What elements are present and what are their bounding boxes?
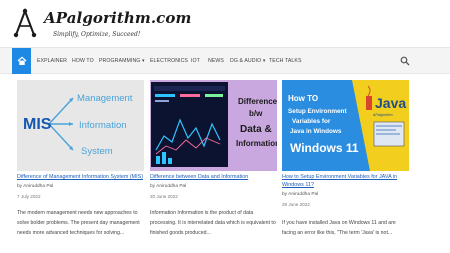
search-icon[interactable] [400, 56, 410, 66]
thumb-word: Variables for [292, 118, 331, 125]
thumb-word: Management [77, 93, 133, 104]
data-info-thumbnail-image: Difference b/w Data & Information [150, 80, 277, 171]
home-button[interactable] [12, 48, 31, 74]
post-thumbnail[interactable]: MIS Management Information System [17, 80, 144, 171]
thumb-word: Setup Environment [288, 108, 347, 115]
site-title[interactable]: APalgorithm.com [44, 9, 191, 27]
thumb-word: Java [375, 95, 406, 111]
home-icon [17, 56, 26, 65]
post-excerpt: The modern management needs new approach… [17, 210, 140, 236]
nav-item-programming[interactable]: PROGRAMMING ▾ [99, 48, 145, 74]
thumb-word: MIS [23, 116, 52, 133]
thumb-word: Windows 11 [290, 141, 359, 155]
nav-item-how-to[interactable]: HOW TO [72, 48, 94, 74]
nav-item-dg-audio-label: DG & AUDIO [230, 58, 262, 64]
nav-item-dg-audio[interactable]: DG & AUDIO ▾ [230, 48, 266, 74]
site-logo[interactable]: APalgorithm.com Simplify, Optimize, Succ… [13, 6, 413, 42]
thumb-word: How TO [288, 94, 318, 103]
site-header: APalgorithm.com Simplify, Optimize, Succ… [0, 0, 450, 46]
thumb-word: Java in Windows [290, 128, 342, 135]
java-thumbnail-image: How TO Setup Environment Variables for J… [282, 80, 409, 171]
post-author[interactable]: by Aniruddha Pal [282, 192, 318, 197]
nav-item-explainer[interactable]: EXPLAINER [37, 48, 67, 74]
chevron-down-icon: ▾ [262, 58, 266, 64]
post-thumbnail[interactable]: Difference b/w Data & Information [150, 80, 277, 171]
post-excerpt: If you have installed Java on Windows 11… [282, 220, 396, 236]
post-date: 28 June 2022 [282, 202, 310, 207]
post-author[interactable]: by Aniruddha Pal [150, 184, 186, 189]
chevron-down-icon: ▾ [142, 58, 145, 64]
thumb-word: Data & [240, 124, 272, 135]
nav-item-electronics[interactable]: ELECTRONICS [150, 48, 188, 74]
thumb-word: Information [79, 120, 127, 131]
thumb-word: APalgorithm [372, 113, 393, 117]
thumb-word: Difference [238, 97, 277, 106]
post-date: 7 July 2022 [17, 194, 41, 199]
post-author[interactable]: by Aniruddha Pal [17, 184, 53, 189]
logo-icon [13, 8, 37, 38]
post-title-link[interactable]: Difference of Management Information Sys… [17, 173, 144, 181]
nav-item-news[interactable]: NEWS [208, 48, 224, 74]
post-thumbnail[interactable]: How TO Setup Environment Variables for J… [282, 80, 409, 171]
thumb-word: System [81, 146, 113, 157]
thumb-word: b/w [249, 109, 263, 118]
post-title-link[interactable]: Difference between Data and Information [150, 173, 277, 181]
thumb-word: Information [236, 139, 277, 148]
post-excerpt: Information Information is the product o… [150, 210, 276, 236]
main-navbar: EXPLAINER HOW TO PROGRAMMING ▾ ELECTRONI… [0, 47, 450, 74]
nav-item-tech-talks[interactable]: TECH TALKS [269, 48, 302, 74]
nav-item-programming-label: PROGRAMMING [99, 58, 141, 64]
mis-thumbnail-image: MIS Management Information System [17, 80, 144, 171]
post-date: 20 June 2022 [150, 194, 178, 199]
site-tagline: Simplify, Optimize, Succeed! [53, 31, 141, 38]
post-title-link[interactable]: How to Setup Environment Variables for J… [282, 173, 409, 189]
nav-item-iot[interactable]: IOT [191, 48, 200, 74]
